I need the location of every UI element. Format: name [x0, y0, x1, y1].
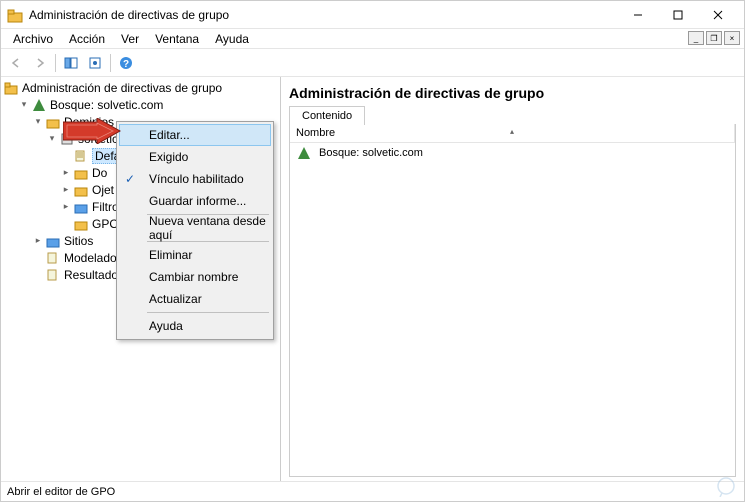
- context-menu-guardar-informe[interactable]: Guardar informe...: [119, 190, 271, 212]
- context-menu: Editar... Exigido ✓ Vínculo habilitado G…: [116, 121, 274, 340]
- list-item[interactable]: Bosque: solvetic.com: [290, 143, 735, 163]
- close-button[interactable]: [698, 1, 738, 29]
- ou-icon: [73, 165, 89, 181]
- expand-icon[interactable]: ▸: [31, 235, 45, 246]
- column-header-nombre[interactable]: Nombre ▴: [290, 124, 735, 142]
- context-menu-vinculo-habilitado[interactable]: ✓ Vínculo habilitado: [119, 168, 271, 190]
- tree-forest[interactable]: ▾ Bosque: solvetic.com: [1, 96, 280, 113]
- sites-icon: [45, 233, 61, 249]
- context-menu-nueva-ventana[interactable]: Nueva ventana desde aquí: [119, 217, 271, 239]
- help-button[interactable]: ?: [115, 52, 137, 74]
- tree-root-label: Administración de directivas de grupo: [22, 81, 222, 95]
- context-menu-actualizar[interactable]: Actualizar: [119, 288, 271, 310]
- expand-icon[interactable]: ▾: [31, 116, 45, 127]
- forest-icon: [296, 145, 312, 161]
- report-icon: [45, 250, 61, 266]
- expand-icon[interactable]: ▸: [59, 201, 73, 212]
- content-pane: Administración de directivas de grupo Co…: [281, 77, 744, 481]
- minimize-button[interactable]: [618, 1, 658, 29]
- annotation-arrow-icon: [63, 118, 121, 147]
- context-menu-editar[interactable]: Editar...: [119, 124, 271, 146]
- show-hide-tree-button[interactable]: [60, 52, 82, 74]
- menu-bar: Archivo Acción Ver Ventana Ayuda _ ❐ ×: [1, 29, 744, 49]
- toolbar: ?: [1, 49, 744, 77]
- tree-dc-label: Do: [92, 166, 107, 180]
- menu-ventana[interactable]: Ventana: [147, 30, 207, 48]
- maximize-button[interactable]: [658, 1, 698, 29]
- gpmc-icon: [3, 80, 19, 96]
- mdi-restore-button[interactable]: ❐: [706, 31, 722, 45]
- expand-icon[interactable]: ▾: [17, 99, 31, 110]
- domains-folder-icon: [45, 114, 61, 130]
- mdi-close-button[interactable]: ×: [724, 31, 740, 45]
- mdi-minimize-button[interactable]: _: [688, 31, 704, 45]
- window-title: Administración de directivas de grupo: [29, 8, 618, 22]
- tab-contenido[interactable]: Contenido: [289, 106, 365, 125]
- tree-root[interactable]: Administración de directivas de grupo: [1, 79, 280, 96]
- content-heading: Administración de directivas de grupo: [289, 81, 736, 105]
- expand-icon[interactable]: ▸: [59, 184, 73, 195]
- expand-icon[interactable]: ▾: [45, 133, 59, 144]
- context-menu-exigido[interactable]: Exigido: [119, 146, 271, 168]
- tree-sites-label: Sitios: [64, 234, 93, 248]
- gpo-link-icon: [73, 148, 89, 164]
- status-text: Abrir el editor de GPO: [7, 486, 115, 498]
- refresh-options-button[interactable]: [84, 52, 106, 74]
- title-bar: Administración de directivas de grupo: [1, 1, 744, 29]
- forward-button[interactable]: [29, 52, 51, 74]
- back-button[interactable]: [5, 52, 27, 74]
- content-list[interactable]: Nombre ▴ Bosque: solvetic.com: [289, 124, 736, 477]
- svg-text:?: ?: [123, 59, 129, 70]
- status-bar: Abrir el editor de GPO: [1, 481, 744, 501]
- report-icon: [45, 267, 61, 283]
- sort-ascending-icon: ▴: [510, 127, 514, 136]
- menu-archivo[interactable]: Archivo: [5, 30, 61, 48]
- menu-ver[interactable]: Ver: [113, 30, 147, 48]
- expand-icon[interactable]: ▸: [59, 167, 73, 178]
- check-icon: ✓: [125, 172, 135, 186]
- forest-icon: [31, 97, 47, 113]
- app-icon: [7, 7, 23, 23]
- context-menu-ayuda[interactable]: Ayuda: [119, 315, 271, 337]
- list-item-label: Bosque: solvetic.com: [319, 147, 423, 159]
- tree-objects-label: Ojet: [92, 183, 114, 197]
- info-bubble-icon: [716, 477, 736, 497]
- context-menu-cambiar-nombre[interactable]: Cambiar nombre: [119, 266, 271, 288]
- column-header-nombre-label: Nombre: [296, 127, 335, 139]
- context-menu-eliminar[interactable]: Eliminar: [119, 244, 271, 266]
- folder-icon: [73, 182, 89, 198]
- filter-folder-icon: [73, 199, 89, 215]
- tree-forest-label: Bosque: solvetic.com: [50, 98, 163, 112]
- menu-ayuda[interactable]: Ayuda: [207, 30, 257, 48]
- folder-icon: [73, 216, 89, 232]
- menu-accion[interactable]: Acción: [61, 30, 113, 48]
